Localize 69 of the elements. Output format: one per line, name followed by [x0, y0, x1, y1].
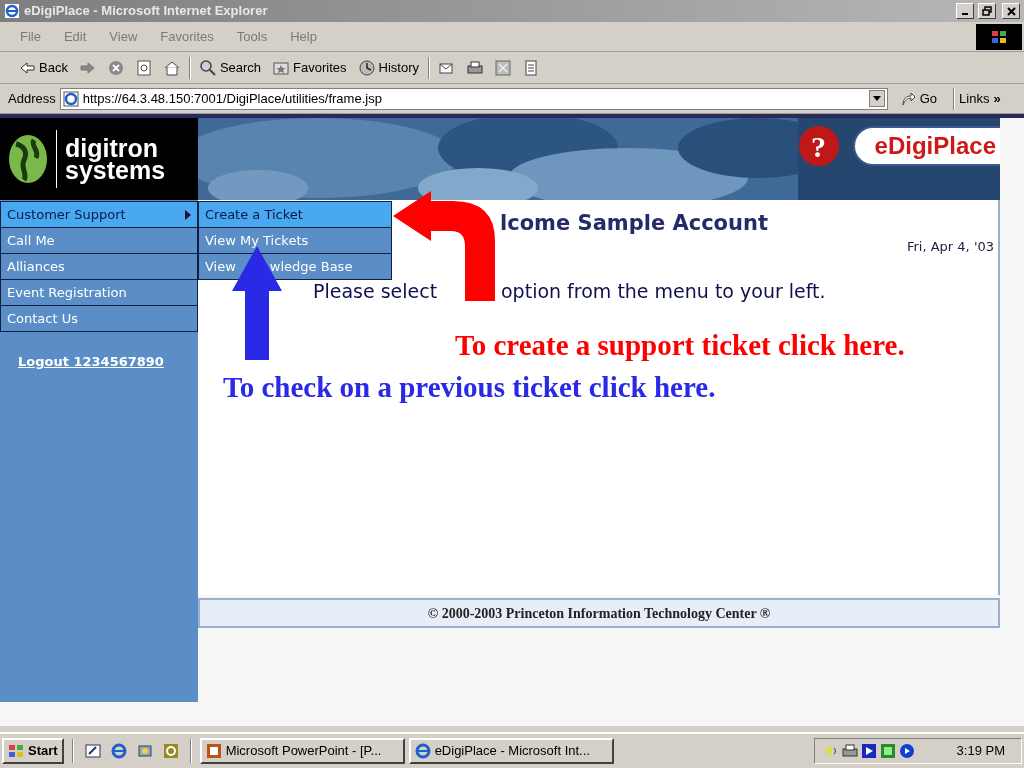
menu-item[interactable]: Call Me	[0, 227, 198, 254]
search-icon	[199, 59, 216, 76]
history-button[interactable]: History	[355, 55, 423, 80]
history-clock-icon	[358, 59, 375, 76]
date-text: Fri, Apr 4, '03	[906, 238, 994, 256]
address-label: Address	[8, 89, 56, 108]
edit-icon	[495, 59, 512, 76]
play-icon	[861, 743, 877, 759]
menu-item[interactable]: Event Registration	[0, 279, 198, 306]
presentation-icon	[205, 743, 222, 759]
browser-icon	[4, 3, 20, 19]
more-button[interactable]: »	[993, 88, 1001, 109]
printer-icon	[842, 743, 858, 759]
logout-link[interactable]: Logout 1234567890	[18, 352, 164, 372]
minimize-button[interactable]	[956, 3, 974, 19]
desktop-icon	[84, 743, 101, 759]
welcome-heading: lcome Sample Account	[500, 210, 768, 237]
media-player-icon	[162, 743, 179, 759]
channels-icon	[136, 743, 153, 759]
annotation-text: To create a support ticket click here.	[455, 328, 905, 363]
instruction-text: Please select	[313, 279, 438, 304]
volume-icon	[823, 743, 839, 759]
address-url: https://64.3.48.150:7001/DigiPlace/utilities/frame.jsp	[82, 89, 383, 108]
restore-icon	[981, 5, 993, 17]
network-icon	[880, 743, 896, 759]
copyright-text: © 2000-2003 Princeton Information Technology Center ®	[427, 604, 771, 623]
home-icon	[163, 59, 180, 76]
menu-item[interactable]: Customer Support	[0, 201, 198, 228]
submenu-item-text: wledge Base	[269, 257, 353, 276]
submenu-item[interactable]: Create a Ticket	[198, 201, 392, 228]
page-icon	[62, 90, 79, 107]
page-icon	[523, 59, 540, 76]
media-icon	[899, 743, 915, 759]
restore-button[interactable]	[978, 3, 996, 19]
close-icon	[1005, 5, 1017, 17]
browser-icon	[110, 743, 127, 759]
taskbar-button[interactable]: Microsoft PowerPoint - [P...	[199, 738, 405, 764]
dropdown-button[interactable]	[868, 90, 885, 107]
back-button[interactable]: Back	[16, 55, 71, 80]
refresh-icon	[135, 59, 152, 76]
flag-icon	[991, 29, 1007, 44]
search-button[interactable]: Search	[196, 55, 265, 80]
annotation-text: To check on a previous ticket click here.	[223, 370, 716, 405]
menu-item[interactable]: Contact Us	[0, 305, 198, 332]
back-arrow-icon	[19, 59, 35, 76]
clock-text: 3:19 PM	[956, 742, 1006, 761]
forward-arrow-icon	[79, 59, 96, 76]
go-button[interactable]: Go	[891, 88, 946, 109]
browser-icon	[414, 743, 431, 759]
go-arrow-icon	[899, 90, 916, 107]
caret-icon	[872, 96, 881, 101]
menu-item[interactable]: Alliances	[0, 253, 198, 280]
submenu-item[interactable]: View My Tickets	[198, 227, 392, 254]
links-button[interactable]: Links	[959, 88, 990, 109]
globe-icon	[8, 134, 48, 184]
window-title: eDigiPlace - Microsoft Internet Explorer	[24, 2, 268, 21]
instruction-text: option from the menu to your left.	[501, 279, 826, 304]
submenu-item-text: View	[205, 257, 236, 276]
brand-logo: eDigiPlace	[852, 126, 1000, 166]
stop-icon	[107, 59, 124, 76]
start-button[interactable]: Start	[2, 738, 64, 764]
address-field[interactable]: https://64.3.48.150:7001/DigiPlace/utilities/frame.jsp	[59, 87, 888, 110]
windows-flag-icon	[8, 744, 24, 758]
taskbar-button[interactable]: eDigiPlace - Microsoft Int...	[408, 738, 614, 764]
close-button[interactable]	[1002, 3, 1020, 19]
star-folder-icon	[273, 59, 290, 76]
minimize-icon	[962, 13, 968, 15]
favorites-button[interactable]: Favorites	[270, 55, 350, 80]
printer-icon	[467, 59, 484, 76]
